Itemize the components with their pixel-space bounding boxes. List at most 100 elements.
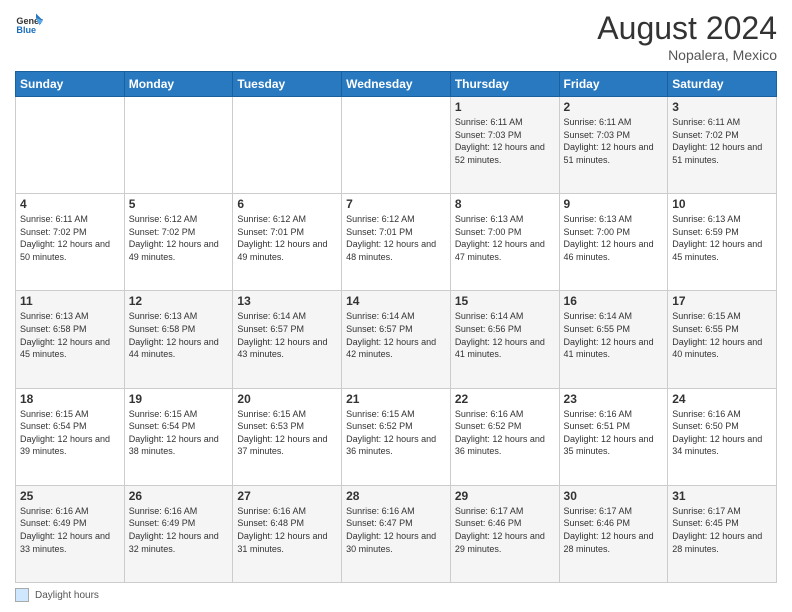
day-info: Sunrise: 6:12 AM Sunset: 7:01 PM Dayligh… — [346, 213, 446, 263]
day-number: 21 — [346, 392, 446, 406]
day-info: Sunrise: 6:11 AM Sunset: 7:03 PM Dayligh… — [455, 116, 555, 166]
table-row: 30Sunrise: 6:17 AM Sunset: 6:46 PM Dayli… — [559, 485, 668, 582]
day-info: Sunrise: 6:15 AM Sunset: 6:54 PM Dayligh… — [129, 408, 229, 458]
table-row: 21 Sunrise: 6:15 AM Sunset: 6:52 PM Dayli… — [342, 388, 451, 485]
day-number: 26 — [129, 489, 229, 503]
table-row: 6 Sunrise: 6:12 AM Sunset: 7:01 PM Daylig… — [233, 194, 342, 291]
calendar-week-row: 11 Sunrise: 6:13 AM Sunset: 6:58 PM Dayli… — [16, 291, 777, 388]
day-number: 8 — [455, 197, 555, 211]
day-info: Sunrise: 6:16 AM Sunset: 6:51 PM Dayligh… — [564, 408, 664, 458]
day-number: 20 — [237, 392, 337, 406]
svg-text:Blue: Blue — [16, 25, 36, 35]
table-row: 23 Sunrise: 6:16 AM Sunset: 6:51 PM Dayli… — [559, 388, 668, 485]
logo: General Blue — [15, 10, 43, 38]
day-number: 25 — [20, 489, 120, 503]
day-info: Sunrise: 6:16 AM Sunset: 6:47 PM Dayligh… — [346, 505, 446, 555]
day-number: 11 — [20, 294, 120, 308]
day-info: Sunrise: 6:15 AM Sunset: 6:52 PM Dayligh… — [346, 408, 446, 458]
day-number: 4 — [20, 197, 120, 211]
day-info: Sunrise: 6:13 AM Sunset: 6:58 PM Dayligh… — [129, 310, 229, 360]
col-sunday: Sunday — [16, 72, 125, 97]
day-info: Sunrise: 6:13 AM Sunset: 6:59 PM Dayligh… — [672, 213, 772, 263]
day-info: Sunrise: 6:16 AM Sunset: 6:49 PM Dayligh… — [20, 505, 120, 555]
day-info: Sunrise: 6:15 AM Sunset: 6:54 PM Dayligh… — [20, 408, 120, 458]
calendar-table: Sunday Monday Tuesday Wednesday Thursday… — [15, 71, 777, 583]
col-wednesday: Wednesday — [342, 72, 451, 97]
table-row: 3 Sunrise: 6:11 AM Sunset: 7:02 PM Daylig… — [668, 97, 777, 194]
day-info: Sunrise: 6:14 AM Sunset: 6:56 PM Dayligh… — [455, 310, 555, 360]
daylight-legend-box — [15, 588, 29, 602]
table-row: 19Sunrise: 6:15 AM Sunset: 6:54 PM Dayli… — [124, 388, 233, 485]
location: Nopalera, Mexico — [597, 47, 777, 63]
day-info: Sunrise: 6:12 AM Sunset: 7:02 PM Dayligh… — [129, 213, 229, 263]
day-number: 27 — [237, 489, 337, 503]
table-row: 17 Sunrise: 6:15 AM Sunset: 6:55 PM Dayli… — [668, 291, 777, 388]
table-row: 27 Sunrise: 6:16 AM Sunset: 6:48 PM Dayli… — [233, 485, 342, 582]
day-info: Sunrise: 6:12 AM Sunset: 7:01 PM Dayligh… — [237, 213, 337, 263]
day-number: 2 — [564, 100, 664, 114]
table-row: 24Sunrise: 6:16 AM Sunset: 6:50 PM Dayli… — [668, 388, 777, 485]
table-row: 9Sunrise: 6:13 AM Sunset: 7:00 PM Daylig… — [559, 194, 668, 291]
header: General Blue August 2024 Nopalera, Mexic… — [15, 10, 777, 63]
calendar-week-row: 25 Sunrise: 6:16 AM Sunset: 6:49 PM Dayli… — [16, 485, 777, 582]
day-number: 23 — [564, 392, 664, 406]
col-friday: Friday — [559, 72, 668, 97]
day-number: 29 — [455, 489, 555, 503]
day-info: Sunrise: 6:13 AM Sunset: 6:58 PM Dayligh… — [20, 310, 120, 360]
day-info: Sunrise: 6:17 AM Sunset: 6:46 PM Dayligh… — [564, 505, 664, 555]
day-number: 16 — [564, 294, 664, 308]
table-row: 29 Sunrise: 6:17 AM Sunset: 6:46 PM Dayli… — [450, 485, 559, 582]
day-number: 31 — [672, 489, 772, 503]
table-row: 15 Sunrise: 6:14 AM Sunset: 6:56 PM Dayli… — [450, 291, 559, 388]
table-row: 25 Sunrise: 6:16 AM Sunset: 6:49 PM Dayli… — [16, 485, 125, 582]
daylight-label: Daylight hours — [35, 590, 99, 601]
day-number: 22 — [455, 392, 555, 406]
day-info: Sunrise: 6:14 AM Sunset: 6:55 PM Dayligh… — [564, 310, 664, 360]
day-number: 3 — [672, 100, 772, 114]
day-info: Sunrise: 6:15 AM Sunset: 6:55 PM Dayligh… — [672, 310, 772, 360]
table-row — [124, 97, 233, 194]
day-info: Sunrise: 6:14 AM Sunset: 6:57 PM Dayligh… — [346, 310, 446, 360]
day-info: Sunrise: 6:17 AM Sunset: 6:45 PM Dayligh… — [672, 505, 772, 555]
day-number: 13 — [237, 294, 337, 308]
day-number: 18 — [20, 392, 120, 406]
table-row: 10Sunrise: 6:13 AM Sunset: 6:59 PM Dayli… — [668, 194, 777, 291]
table-row: 4Sunrise: 6:11 AM Sunset: 7:02 PM Daylig… — [16, 194, 125, 291]
title-block: August 2024 Nopalera, Mexico — [597, 10, 777, 63]
day-info: Sunrise: 6:11 AM Sunset: 7:02 PM Dayligh… — [672, 116, 772, 166]
table-row: 11 Sunrise: 6:13 AM Sunset: 6:58 PM Dayli… — [16, 291, 125, 388]
day-number: 9 — [564, 197, 664, 211]
table-row: 2 Sunrise: 6:11 AM Sunset: 7:03 PM Daylig… — [559, 97, 668, 194]
day-info: Sunrise: 6:16 AM Sunset: 6:48 PM Dayligh… — [237, 505, 337, 555]
table-row: 16 Sunrise: 6:14 AM Sunset: 6:55 PM Dayli… — [559, 291, 668, 388]
day-number: 15 — [455, 294, 555, 308]
table-row: 8 Sunrise: 6:13 AM Sunset: 7:00 PM Daylig… — [450, 194, 559, 291]
day-number: 28 — [346, 489, 446, 503]
table-row: 13Sunrise: 6:14 AM Sunset: 6:57 PM Dayli… — [233, 291, 342, 388]
day-number: 12 — [129, 294, 229, 308]
table-row: 5Sunrise: 6:12 AM Sunset: 7:02 PM Daylig… — [124, 194, 233, 291]
table-row: 28 Sunrise: 6:16 AM Sunset: 6:47 PM Dayli… — [342, 485, 451, 582]
col-thursday: Thursday — [450, 72, 559, 97]
month-year: August 2024 — [597, 10, 777, 47]
day-number: 14 — [346, 294, 446, 308]
table-row: 18 Sunrise: 6:15 AM Sunset: 6:54 PM Dayli… — [16, 388, 125, 485]
day-number: 7 — [346, 197, 446, 211]
day-info: Sunrise: 6:17 AM Sunset: 6:46 PM Dayligh… — [455, 505, 555, 555]
calendar-week-row: 18 Sunrise: 6:15 AM Sunset: 6:54 PM Dayli… — [16, 388, 777, 485]
table-row — [16, 97, 125, 194]
col-tuesday: Tuesday — [233, 72, 342, 97]
page: General Blue August 2024 Nopalera, Mexic… — [0, 0, 792, 612]
day-info: Sunrise: 6:16 AM Sunset: 6:52 PM Dayligh… — [455, 408, 555, 458]
calendar-header-row: Sunday Monday Tuesday Wednesday Thursday… — [16, 72, 777, 97]
day-number: 6 — [237, 197, 337, 211]
table-row: 22 Sunrise: 6:16 AM Sunset: 6:52 PM Dayli… — [450, 388, 559, 485]
calendar-week-row: 4Sunrise: 6:11 AM Sunset: 7:02 PM Daylig… — [16, 194, 777, 291]
day-number: 17 — [672, 294, 772, 308]
table-row: 20Sunrise: 6:15 AM Sunset: 6:53 PM Dayli… — [233, 388, 342, 485]
day-info: Sunrise: 6:11 AM Sunset: 7:03 PM Dayligh… — [564, 116, 664, 166]
table-row — [342, 97, 451, 194]
day-info: Sunrise: 6:13 AM Sunset: 7:00 PM Dayligh… — [455, 213, 555, 263]
col-saturday: Saturday — [668, 72, 777, 97]
day-info: Sunrise: 6:16 AM Sunset: 6:50 PM Dayligh… — [672, 408, 772, 458]
